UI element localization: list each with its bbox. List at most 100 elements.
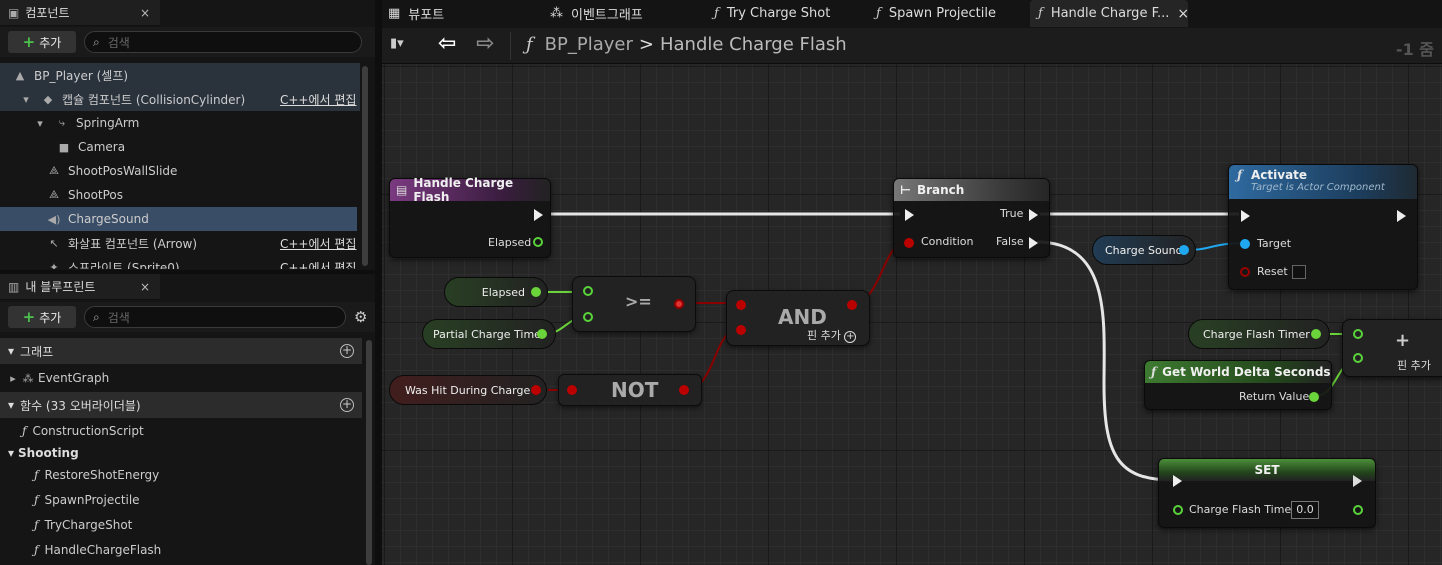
charge-flash-timer-getter-node[interactable]: Charge Flash Timer <box>1188 319 1330 349</box>
graph-section-header[interactable]: ▾ 그래프 + <box>0 338 362 364</box>
my-blueprint-tab[interactable]: ▥ 내 블루프린트 × <box>0 274 160 300</box>
tree-item-function[interactable]: ƒ TryChargeShot <box>0 512 360 537</box>
bookmark-icon[interactable]: ▮▾ <box>390 36 404 51</box>
expand-arrow-icon[interactable]: ▾ <box>18 93 34 106</box>
tab-handle-charge-flash[interactable]: ƒ Handle Charge F... × <box>1030 0 1189 27</box>
tab-eventgraph[interactable]: ⁂ 이벤트그래프 <box>550 0 643 27</box>
add-float-node[interactable]: + 핀 추가 <box>1342 319 1442 377</box>
tree-item-eventgraph[interactable]: ▸ ⁂ EventGraph <box>0 364 360 392</box>
true-exec-pin[interactable] <box>1029 209 1038 221</box>
close-icon[interactable]: × <box>1177 6 1189 22</box>
and-output-pin[interactable] <box>847 300 857 310</box>
tree-item-function[interactable]: ƒ RestoreShotEnergy <box>0 462 360 487</box>
elapsed-pin[interactable] <box>533 237 543 247</box>
splitter[interactable] <box>375 0 382 565</box>
charge-flash-timer-out-pin[interactable] <box>1311 329 1321 339</box>
add-pin-button[interactable]: 핀 추가 + <box>807 327 857 343</box>
blueprint-scrollbar[interactable] <box>366 340 372 565</box>
false-exec-pin[interactable] <box>1029 237 1038 249</box>
condition-pin[interactable] <box>904 238 914 248</box>
function-entry-node[interactable]: ▤ Handle Charge Flash Elapsed <box>389 176 551 258</box>
chevron-down-icon: ▾ <box>8 398 15 412</box>
tree-item-camera[interactable]: ■ Camera <box>0 135 360 159</box>
blueprint-search-input[interactable]: ⌕ 검색 <box>84 306 346 328</box>
add-graph-icon[interactable]: + <box>340 344 354 358</box>
exec-in-pin[interactable] <box>905 209 914 221</box>
exec-in-pin[interactable] <box>1173 475 1182 487</box>
edit-in-cpp-link[interactable]: C++에서 편집 <box>280 259 356 270</box>
close-icon[interactable]: × <box>140 6 150 20</box>
ge-output-pin[interactable] <box>674 299 684 309</box>
return-value-label: Return Value <box>1239 390 1310 403</box>
components-scrollbar[interactable] <box>362 66 368 266</box>
tree-item-capsule[interactable]: ▾ ◆ 캡슐 컴포넌트 (CollisionCylinder) C++에서 편집 <box>0 87 360 111</box>
and-input-a-pin[interactable] <box>736 300 746 310</box>
tab-try-charge-shot[interactable]: ƒ Try Charge Shot <box>714 0 830 27</box>
partial-charge-time-node[interactable]: Partial Charge Time <box>422 319 556 349</box>
exec-in-pin[interactable] <box>1241 210 1250 222</box>
reset-pin[interactable] <box>1240 267 1250 277</box>
ge-input-b-pin[interactable] <box>583 312 593 322</box>
add-component-button[interactable]: + 추가 <box>8 31 76 53</box>
and-input-b-pin[interactable] <box>736 325 746 335</box>
exec-out-pin[interactable] <box>1353 475 1362 487</box>
tab-spawn-projectile[interactable]: ƒ Spawn Projectile <box>876 0 996 27</box>
and-node[interactable]: AND 핀 추가 + <box>726 290 870 346</box>
branch-node[interactable]: ⊢ Branch True Condition False <box>893 178 1050 258</box>
tab-viewport[interactable]: ▦ 뷰포트 <box>388 0 444 27</box>
edit-in-cpp-link[interactable]: C++에서 편집 <box>280 235 356 252</box>
was-hit-during-charge-node[interactable]: Was Hit During Charge <box>389 375 547 405</box>
activate-node-header: ƒ Activate Target is Actor Component <box>1229 165 1417 199</box>
forward-arrow-icon[interactable]: ⇨ <box>476 31 494 56</box>
tree-item-shootposwallslide[interactable]: ⟁ ShootPosWallSlide <box>0 159 360 183</box>
add-pin-button[interactable]: 핀 추가 <box>1397 357 1431 373</box>
exec-out-pin[interactable] <box>534 209 543 221</box>
category-shooting[interactable]: ▾ Shooting <box>0 444 360 462</box>
add-input-b-pin[interactable] <box>1353 353 1363 363</box>
edit-in-cpp-link[interactable]: C++에서 편집 <box>280 91 356 108</box>
expand-arrow-icon[interactable]: ▾ <box>32 117 48 130</box>
add-input-a-pin[interactable] <box>1353 329 1363 339</box>
set-charge-flash-timer-node[interactable]: SET Charge Flash Timer 0.0 <box>1158 458 1376 528</box>
tree-item-function[interactable]: ƒ HandleChargeFlash <box>0 537 360 562</box>
tree-item-function[interactable]: ƒ SpawnProjectile <box>0 487 360 512</box>
not-input-pin[interactable] <box>567 385 577 395</box>
components-icon: ▣ <box>8 5 20 20</box>
functions-section-header[interactable]: ▾ 함수 (33 오버라이더블) + <box>0 392 362 418</box>
tree-item-sprite[interactable]: ✦ 스프라이트 (Sprite0) C++에서 편집 <box>0 255 360 270</box>
close-icon[interactable]: × <box>140 280 150 294</box>
charge-flash-timer-in-pin[interactable] <box>1173 505 1183 515</box>
charge-sound-getter-node[interactable]: Charge Sound <box>1092 235 1196 265</box>
tree-item-bp-player[interactable]: ▲ BP_Player (셀프) <box>0 63 360 87</box>
tree-item-chargesound[interactable]: ◀) ChargeSound <box>0 207 357 231</box>
elapsed-getter-node[interactable]: Elapsed <box>444 277 548 307</box>
target-pin[interactable] <box>1240 239 1250 249</box>
graph-canvas[interactable]: ▤ Handle Charge Flash Elapsed ⊢ Branch Tru… <box>382 64 1442 565</box>
components-tab[interactable]: ▣ 컴포넌트 × <box>0 0 160 26</box>
not-node[interactable]: NOT <box>558 374 702 406</box>
tree-item-springarm[interactable]: ▾ ⤷ SpringArm <box>0 111 360 135</box>
tree-item-arrow[interactable]: ↖ 화살표 컴포넌트 (Arrow) C++에서 편집 <box>0 231 360 255</box>
set-value-input[interactable]: 0.0 <box>1291 501 1319 519</box>
reset-checkbox[interactable] <box>1292 265 1306 279</box>
breadcrumb-root[interactable]: BP_Player <box>545 34 633 55</box>
not-output-pin[interactable] <box>679 385 689 395</box>
add-blueprint-item-button[interactable]: + 추가 <box>8 306 76 328</box>
back-arrow-icon[interactable]: ⇦ <box>438 31 456 56</box>
components-search-input[interactable]: ⌕ 검색 <box>84 31 362 53</box>
greater-equal-node[interactable]: >= <box>572 276 696 332</box>
partial-charge-out-pin[interactable] <box>537 329 547 339</box>
set-output-pin[interactable] <box>1353 505 1363 515</box>
exec-out-pin[interactable] <box>1397 210 1406 222</box>
add-function-icon[interactable]: + <box>340 398 354 412</box>
tree-item-constructionscript[interactable]: ƒ ConstructionScript <box>0 418 360 444</box>
tree-item-shootpos[interactable]: ⟁ ShootPos <box>0 183 360 207</box>
return-value-pin[interactable] <box>1309 392 1319 402</box>
get-world-delta-seconds-node[interactable]: ƒ Get World Delta Seconds Return Value <box>1144 360 1332 410</box>
activate-node[interactable]: ƒ Activate Target is Actor Component Tar… <box>1228 164 1418 290</box>
gear-icon[interactable]: ⚙ <box>354 308 367 326</box>
elapsed-out-pin[interactable] <box>531 287 541 297</box>
ge-input-a-pin[interactable] <box>583 286 593 296</box>
charge-sound-out-pin[interactable] <box>1179 245 1189 255</box>
was-hit-out-pin[interactable] <box>531 385 541 395</box>
